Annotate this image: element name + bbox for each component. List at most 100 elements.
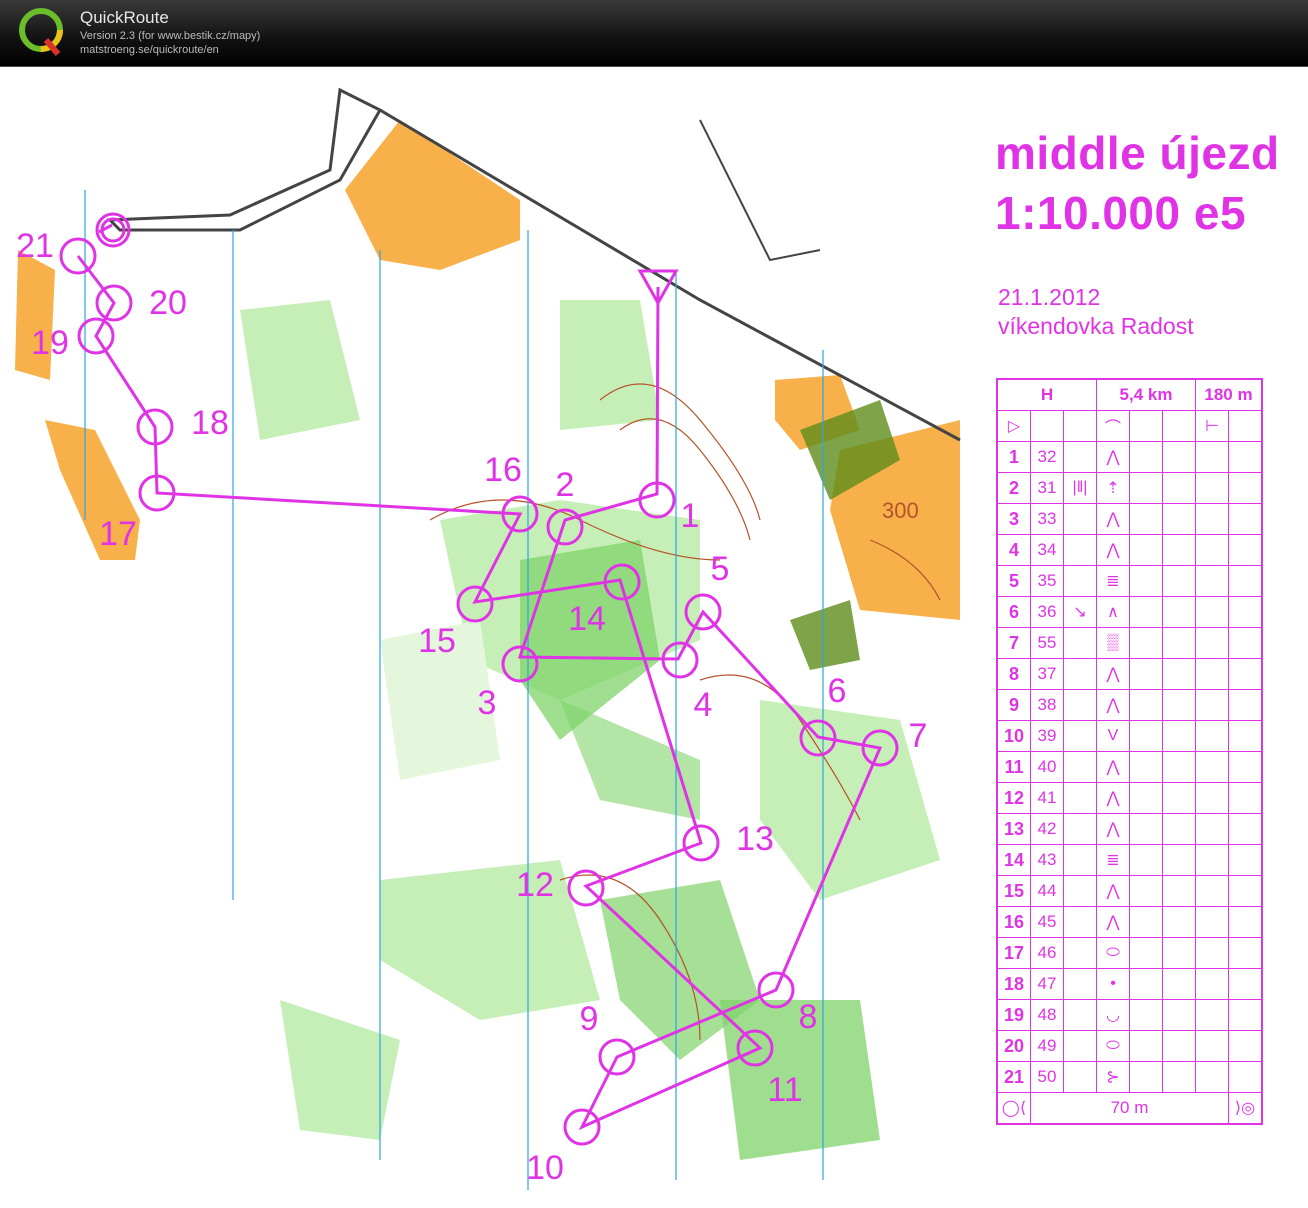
other-cell (1228, 1061, 1263, 1093)
other-cell (1228, 472, 1263, 504)
control-label: 19 (31, 324, 69, 362)
feature-icon: ⊱ (1096, 1061, 1130, 1093)
start-row: ▷ ⌒ ⊢ (996, 410, 1263, 442)
appearance-cell (1129, 844, 1163, 876)
dimension-cell (1162, 844, 1196, 876)
other-cell (1228, 658, 1263, 690)
control-label: 16 (484, 451, 522, 489)
start-feature-icon: ⌒ (1096, 410, 1130, 442)
other-cell (1228, 1030, 1263, 1062)
control-label: 17 (99, 515, 137, 553)
control-label: 11 (767, 1071, 802, 1109)
other-cell (1228, 689, 1263, 721)
control-code: 46 (1030, 937, 1064, 969)
event-name: víkendovka Radost (998, 313, 1194, 339)
appearance-cell (1129, 1061, 1163, 1093)
control-number: 11 (996, 751, 1031, 783)
dimension-cell (1162, 813, 1196, 845)
description-header-row: H 5,4 km 180 m (996, 378, 1263, 411)
control-number: 19 (996, 999, 1031, 1031)
description-row: 12 41 ⋀ (996, 782, 1263, 814)
other-cell (1228, 875, 1263, 907)
appearance-cell (1129, 689, 1163, 721)
control-number: 13 (996, 813, 1031, 845)
finish-start-icon: ◯⟨ (996, 1092, 1031, 1125)
control-code: 38 (1030, 689, 1064, 721)
feature-detail-icon (1063, 968, 1097, 1000)
feature-detail-icon (1063, 751, 1097, 783)
control-label: 18 (191, 404, 229, 442)
map-title: middle újezd (995, 127, 1280, 179)
other-cell (1228, 720, 1263, 752)
dimension-cell (1162, 503, 1196, 535)
control-code: 42 (1030, 813, 1064, 845)
finish-row: ◯⟨ 70 m ⟩◎ (996, 1092, 1263, 1125)
location-cell (1195, 689, 1229, 721)
control-label: 20 (149, 284, 187, 322)
description-row: 15 44 ⋀ (996, 875, 1263, 907)
description-row: 7 55 ▒ (996, 627, 1263, 659)
description-row: 18 47 • (996, 968, 1263, 1000)
other-cell (1228, 441, 1263, 473)
control-label: 8 (799, 998, 818, 1036)
location-cell (1195, 875, 1229, 907)
other-cell (1228, 782, 1263, 814)
control-code: 37 (1030, 658, 1064, 690)
feature-detail-icon (1063, 720, 1097, 752)
feature-icon: ⋀ (1096, 503, 1130, 535)
appearance-cell (1129, 782, 1163, 814)
dimension-cell (1162, 472, 1196, 504)
appearance-cell (1129, 627, 1163, 659)
control-code: 39 (1030, 720, 1064, 752)
control-code: 40 (1030, 751, 1064, 783)
feature-icon: ◡ (1096, 999, 1130, 1031)
feature-detail-icon (1063, 1030, 1097, 1062)
description-row: 3 33 ⋀ (996, 503, 1263, 535)
control-code: 36 (1030, 596, 1064, 628)
location-cell (1195, 782, 1229, 814)
course-climb: 180 m (1195, 378, 1263, 411)
control-label: 2 (556, 466, 575, 504)
finish-circle-icon: ⟩◎ (1228, 1092, 1263, 1125)
control-label: 4 (694, 686, 713, 724)
location-cell (1195, 751, 1229, 783)
dimension-cell (1162, 565, 1196, 597)
control-label: 7 (909, 717, 928, 755)
feature-icon: ≣ (1096, 565, 1130, 597)
control-code: 49 (1030, 1030, 1064, 1062)
appearance-cell (1129, 472, 1163, 504)
location-cell (1195, 844, 1229, 876)
description-row: 17 46 ⬭ (996, 937, 1263, 969)
control-code: 33 (1030, 503, 1064, 535)
control-label: 10 (526, 1149, 564, 1187)
other-cell (1228, 968, 1263, 1000)
location-cell (1195, 441, 1229, 473)
control-code: 41 (1030, 782, 1064, 814)
dimension-cell (1162, 1061, 1196, 1093)
control-number: 10 (996, 720, 1031, 752)
appearance-cell (1129, 1030, 1163, 1062)
control-number: 21 (996, 1061, 1031, 1093)
appearance-cell (1129, 906, 1163, 938)
dimension-cell (1162, 441, 1196, 473)
dimension-cell (1162, 596, 1196, 628)
other-cell (1228, 596, 1263, 628)
feature-detail-icon (1063, 627, 1097, 659)
location-cell (1195, 627, 1229, 659)
location-cell (1195, 565, 1229, 597)
other-cell (1228, 534, 1263, 566)
dimension-cell (1162, 534, 1196, 566)
feature-icon: ≣ (1096, 844, 1130, 876)
finish-distance: 70 m (1030, 1092, 1229, 1125)
control-code: 43 (1030, 844, 1064, 876)
control-code: 50 (1030, 1061, 1064, 1093)
app-url[interactable]: matstroeng.se/quickroute/en (80, 44, 219, 56)
feature-detail-icon (1063, 999, 1097, 1031)
description-row: 2 31 |‖| ⇡ (996, 472, 1263, 504)
control-description-sheet: H 5,4 km 180 m ▷ ⌒ ⊢ 1 32 ⋀ 2 31 |‖| ⇡ 3 33 ⋀ 4 34 ⋀… (996, 378, 1263, 1125)
description-row: 14 43 ≣ (996, 844, 1263, 876)
feature-detail-icon (1063, 441, 1097, 473)
feature-icon: ⬭ (1096, 937, 1130, 969)
feature-detail-icon (1063, 844, 1097, 876)
description-row: 5 35 ≣ (996, 565, 1263, 597)
